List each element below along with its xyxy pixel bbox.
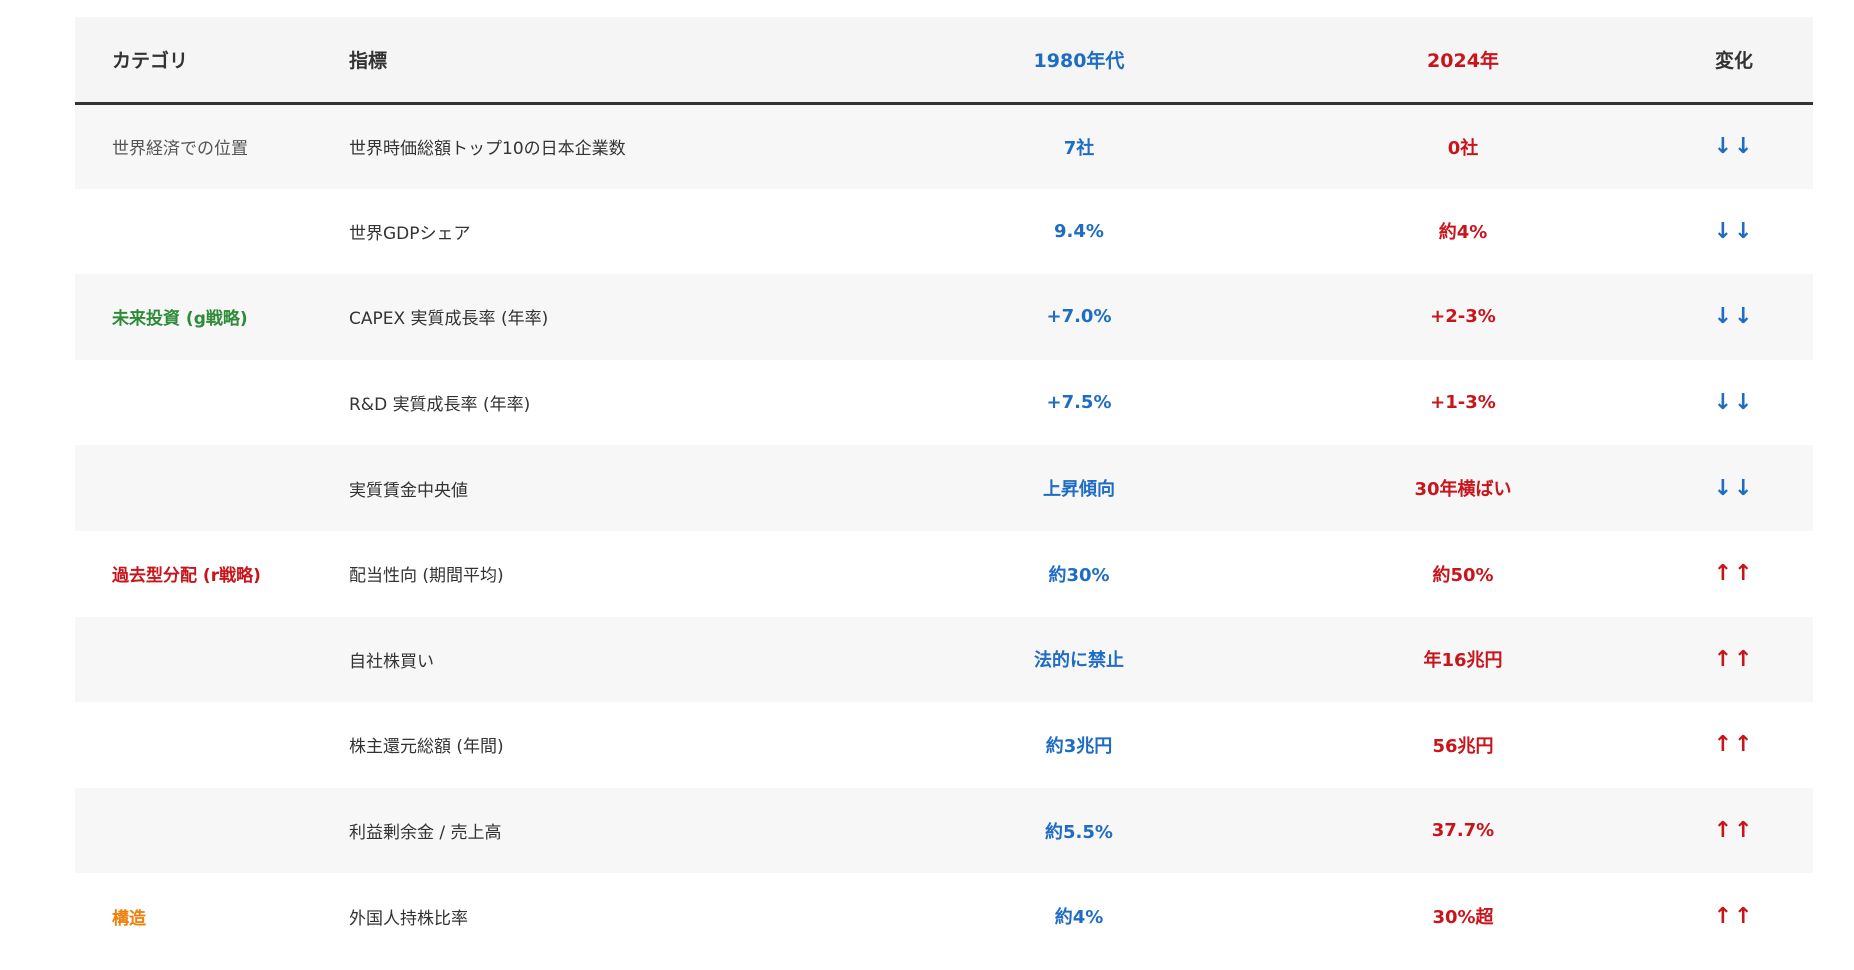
new-value-cell: 約50%: [1432, 564, 1494, 586]
indicator-cell: 外国人持株比率: [349, 908, 468, 929]
indicator-cell: 世界時価総額トップ10の日本企業数: [312, 103, 887, 189]
category-cell: [75, 189, 312, 275]
comparison-table: カテゴリ 指標 1980年代 2024年 変化 世界経済での位置 世界時価総額ト…: [75, 17, 1813, 959]
old-value-cell: 約3兆円: [1045, 735, 1113, 757]
indicator-cell: 自社株買い: [312, 616, 887, 703]
old-value-cell: 7社: [887, 103, 1271, 189]
change-up-icon: ↑↑: [1713, 561, 1755, 587]
table-row: 利益剰余金 / 売上高 約5.5% 37.7% ↑↑: [75, 787, 1813, 874]
comparison-table-container: カテゴリ 指標 1980年代 2024年 変化 世界経済での位置 世界時価総額ト…: [75, 17, 1813, 959]
table-header: カテゴリ 指標 1980年代 2024年 変化: [75, 17, 1813, 105]
new-value-cell: 30%超: [1432, 907, 1494, 929]
table-row: R&D 実質成長率 (年率) +7.5% +1-3% ↓↓: [75, 360, 1813, 446]
indicator-cell: CAPEX 実質成長率 (年率): [312, 274, 887, 360]
table-row: 株主還元総額 (年間) 約3兆円 56兆円 ↑↑: [75, 702, 1813, 788]
header-era-new: 2024年: [1271, 17, 1655, 105]
new-value-cell: 37.7%: [1271, 787, 1655, 874]
table-row: 構造 外国人持株比率 約4% 30%超 ↑↑: [75, 873, 1813, 959]
change-up-icon: ↑↑: [1713, 903, 1755, 929]
category-cell: [75, 445, 312, 531]
old-value-cell: 約4%: [1054, 907, 1104, 929]
new-value-cell: 年16兆円: [1271, 616, 1655, 703]
category-cell: 未来投資 (g戦略): [75, 274, 312, 360]
old-value-cell: +7.5%: [1046, 392, 1112, 414]
header-change: 変化: [1655, 17, 1813, 105]
indicator-cell: R&D 実質成長率 (年率): [349, 395, 531, 416]
indicator-cell: 配当性向 (期間平均): [349, 566, 504, 587]
new-value-cell: 約4%: [1438, 222, 1488, 244]
table-row: 未来投資 (g戦略) CAPEX 実質成長率 (年率) +7.0% +2-3% …: [75, 274, 1813, 360]
category-cell: [75, 702, 312, 788]
change-up-icon: ↑↑: [1655, 616, 1813, 703]
header-indicator: 指標: [312, 17, 887, 105]
change-up-icon: ↑↑: [1713, 732, 1755, 758]
indicator-cell: 実質賃金中央値: [312, 445, 887, 531]
table-row: 過去型分配 (r戦略) 配当性向 (期間平均) 約30% 約50% ↑↑: [75, 531, 1813, 617]
new-value-cell: 30年横ばい: [1271, 445, 1655, 531]
header-era-old: 1980年代: [887, 17, 1271, 105]
indicator-cell: 世界GDPシェア: [349, 223, 471, 244]
new-value-cell: 0社: [1271, 103, 1655, 189]
indicator-cell: 株主還元総額 (年間): [349, 737, 504, 758]
indicator-cell: 利益剰余金 / 売上高: [312, 787, 887, 874]
category-cell: [75, 616, 312, 703]
header-row: カテゴリ 指標 1980年代 2024年 変化: [75, 17, 1813, 105]
change-up-icon: ↑↑: [1655, 787, 1813, 874]
old-value-cell: 上昇傾向: [887, 445, 1271, 531]
change-down-icon: ↓↓: [1713, 390, 1755, 416]
change-down-icon: ↓↓: [1655, 103, 1813, 189]
category-cell: 構造: [112, 908, 146, 929]
old-value-cell: 約5.5%: [887, 787, 1271, 874]
new-value-cell: +2-3%: [1271, 274, 1655, 360]
old-value-cell: 法的に禁止: [887, 616, 1271, 703]
old-value-cell: 9.4%: [1054, 220, 1104, 242]
table-row: 世界経済での位置 世界時価総額トップ10の日本企業数 7社 0社 ↓↓: [75, 103, 1813, 189]
header-category: カテゴリ: [75, 17, 312, 105]
table-row: 実質賃金中央値 上昇傾向 30年横ばい ↓↓: [75, 445, 1813, 531]
category-cell: 世界経済での位置: [75, 103, 312, 189]
change-down-icon: ↓↓: [1655, 445, 1813, 531]
category-cell: 過去型分配 (r戦略): [112, 566, 261, 587]
change-down-icon: ↓↓: [1655, 274, 1813, 360]
category-cell: [75, 787, 312, 874]
old-value-cell: 約30%: [1048, 564, 1110, 586]
table-row: 世界GDPシェア 9.4% 約4% ↓↓: [75, 189, 1813, 275]
new-value-cell: 56兆円: [1432, 735, 1494, 757]
old-value-cell: +7.0%: [887, 274, 1271, 360]
table-row: 自社株買い 法的に禁止 年16兆円 ↑↑: [75, 616, 1813, 703]
change-down-icon: ↓↓: [1713, 218, 1755, 244]
new-value-cell: +1-3%: [1430, 392, 1496, 414]
table-body: 世界経済での位置 世界時価総額トップ10の日本企業数 7社 0社 ↓↓ 世界GD…: [75, 103, 1813, 959]
category-cell: [75, 360, 312, 446]
